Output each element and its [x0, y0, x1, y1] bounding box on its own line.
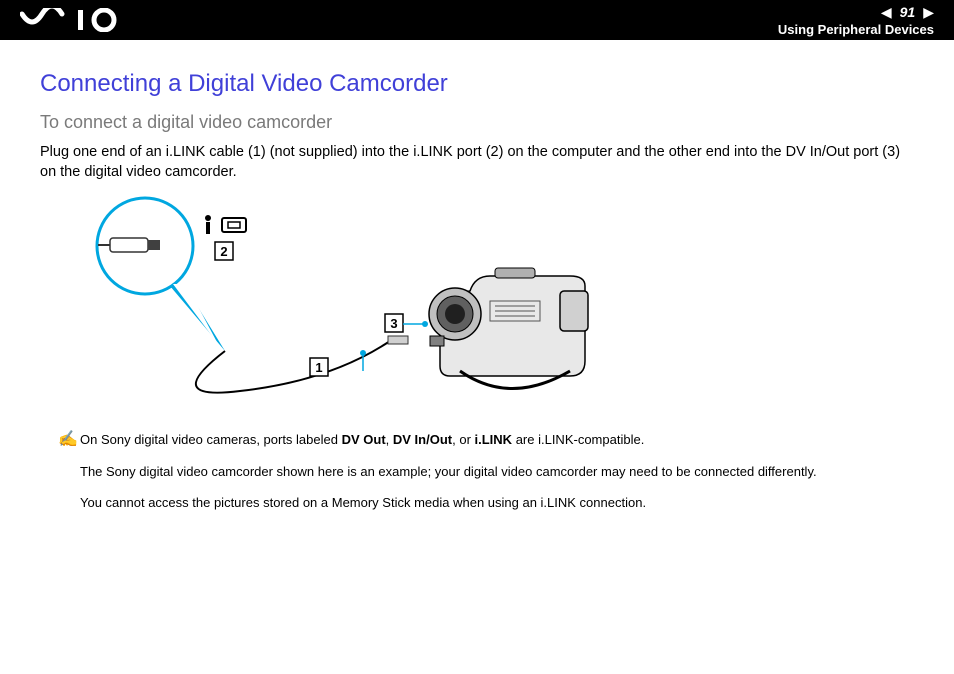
next-page-arrow[interactable]: ▶ — [923, 5, 934, 19]
note-line-3: You cannot access the pictures stored on… — [80, 494, 914, 512]
callout-2: 2 — [220, 244, 227, 259]
instruction-text: Plug one end of an i.LINK cable (1) (not… — [40, 143, 914, 182]
header-nav: ◀ 91 ▶ Using Peripheral Devices — [778, 4, 934, 37]
note-line-1: On Sony digital video cameras, ports lab… — [80, 431, 914, 449]
notes-block: ✍ On Sony digital video cameras, ports l… — [40, 431, 914, 512]
connection-diagram: 2 1 3 — [60, 196, 914, 411]
section-title: Using Peripheral Devices — [778, 22, 934, 37]
page-header: ◀ 91 ▶ Using Peripheral Devices — [0, 0, 954, 40]
vaio-logo — [20, 8, 130, 32]
note-line-2: The Sony digital video camcorder shown h… — [80, 463, 914, 481]
callout-1: 1 — [315, 360, 322, 375]
page-subtitle: To connect a digital video camcorder — [40, 112, 914, 133]
page-content: Connecting a Digital Video Camcorder To … — [0, 40, 954, 512]
prev-page-arrow[interactable]: ◀ — [881, 5, 892, 19]
page-title: Connecting a Digital Video Camcorder — [40, 70, 914, 98]
callout-3: 3 — [390, 316, 397, 331]
camcorder-illustration — [429, 268, 588, 389]
note-icon: ✍ — [58, 429, 78, 451]
page-number: 91 — [900, 4, 916, 20]
